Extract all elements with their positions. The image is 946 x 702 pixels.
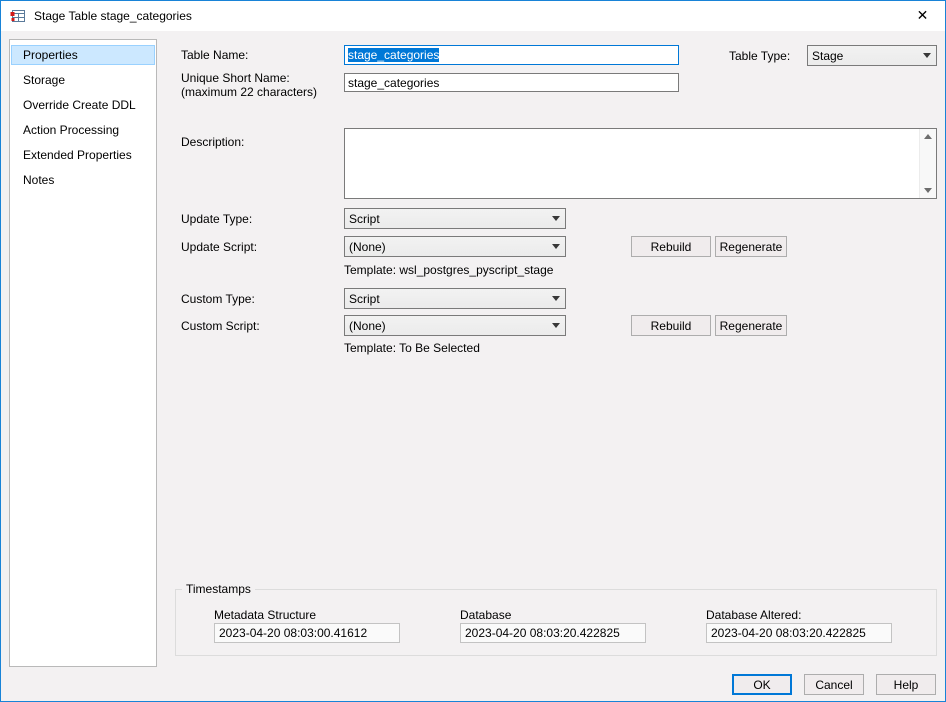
update-rebuild-label: Rebuild <box>650 239 692 254</box>
description-label: Description: <box>181 135 245 149</box>
unique-short-name-label-line2: (maximum 22 characters) <box>181 85 318 99</box>
update-script-value: (None) <box>349 239 386 254</box>
unique-short-name-input[interactable] <box>344 73 679 92</box>
custom-template-text: Template: To Be Selected <box>344 341 480 355</box>
scroll-down-icon[interactable] <box>924 188 932 193</box>
sidebar-item-notes[interactable]: Notes <box>11 170 155 190</box>
table-type-value: Stage <box>812 48 844 63</box>
custom-rebuild-button[interactable]: Rebuild <box>631 315 711 336</box>
custom-regenerate-button[interactable]: Regenerate <box>715 315 787 336</box>
table-name-label: Table Name: <box>181 48 249 62</box>
database-value: 2023-04-20 08:03:20.422825 <box>460 623 646 643</box>
unique-short-name-label-line1: Unique Short Name: <box>181 71 290 85</box>
sidebar: Properties Storage Override Create DDL A… <box>9 39 157 667</box>
chevron-down-icon <box>547 209 565 228</box>
close-button[interactable]: ✕ <box>900 1 945 30</box>
custom-type-dropdown[interactable]: Script <box>344 288 566 309</box>
scroll-up-icon[interactable] <box>924 134 932 139</box>
help-label: Help <box>893 677 919 692</box>
title-bar: Stage Table stage_categories ✕ <box>1 1 945 31</box>
sidebar-item-storage[interactable]: Storage <box>11 70 155 90</box>
sidebar-item-override-create-ddl[interactable]: Override Create DDL <box>11 95 155 115</box>
custom-script-label: Custom Script: <box>181 319 260 333</box>
sidebar-item-extended-properties[interactable]: Extended Properties <box>11 145 155 165</box>
window-title: Stage Table stage_categories <box>34 9 192 23</box>
close-icon: ✕ <box>916 7 929 23</box>
table-name-input[interactable]: stage_categories <box>344 45 679 65</box>
table-name-selected-text: stage_categories <box>348 48 440 62</box>
custom-type-label: Custom Type: <box>181 292 255 306</box>
timestamps-groupbox: Timestamps Metadata Structure 2023-04-20… <box>175 582 937 656</box>
chevron-down-icon <box>547 289 565 308</box>
update-regenerate-label: Regenerate <box>719 239 783 254</box>
database-altered-value: 2023-04-20 08:03:20.422825 <box>706 623 892 643</box>
database-altered-label: Database Altered: <box>706 608 802 622</box>
database-label: Database <box>460 608 512 622</box>
update-type-value: Script <box>349 211 380 226</box>
update-type-label: Update Type: <box>181 212 253 226</box>
ok-label: OK <box>753 677 771 692</box>
cancel-label: Cancel <box>815 677 853 692</box>
update-template-text: Template: wsl_postgres_pyscript_stage <box>344 263 554 277</box>
stage-table-dialog: Stage Table stage_categories ✕ Propertie… <box>0 0 946 702</box>
custom-script-value: (None) <box>349 318 386 333</box>
update-type-dropdown[interactable]: Script <box>344 208 566 229</box>
sidebar-item-properties[interactable]: Properties <box>11 45 155 65</box>
update-regenerate-button[interactable]: Regenerate <box>715 236 787 257</box>
chevron-down-icon <box>547 237 565 256</box>
chevron-down-icon <box>918 46 936 65</box>
update-script-label: Update Script: <box>181 240 258 254</box>
update-script-dropdown[interactable]: (None) <box>344 236 566 257</box>
cancel-button[interactable]: Cancel <box>804 674 864 695</box>
description-scrollbar[interactable] <box>919 129 936 198</box>
table-type-label: Table Type: <box>729 49 791 63</box>
description-textarea[interactable] <box>345 129 919 198</box>
help-button[interactable]: Help <box>876 674 936 695</box>
custom-type-value: Script <box>349 291 380 306</box>
chevron-down-icon <box>547 316 565 335</box>
custom-regenerate-label: Regenerate <box>719 318 783 333</box>
custom-script-dropdown[interactable]: (None) <box>344 315 566 336</box>
update-rebuild-button[interactable]: Rebuild <box>631 236 711 257</box>
metadata-structure-value: 2023-04-20 08:03:00.41612 <box>214 623 400 643</box>
metadata-structure-label: Metadata Structure <box>214 608 317 622</box>
unique-short-name-label: Unique Short Name: (maximum 22 character… <box>181 71 317 99</box>
stage-table-icon <box>10 10 25 22</box>
table-type-dropdown[interactable]: Stage <box>807 45 937 66</box>
custom-rebuild-label: Rebuild <box>650 318 692 333</box>
timestamps-legend: Timestamps <box>182 582 255 596</box>
ok-button[interactable]: OK <box>732 674 792 695</box>
sidebar-item-action-processing[interactable]: Action Processing <box>11 120 155 140</box>
description-box <box>344 128 937 199</box>
